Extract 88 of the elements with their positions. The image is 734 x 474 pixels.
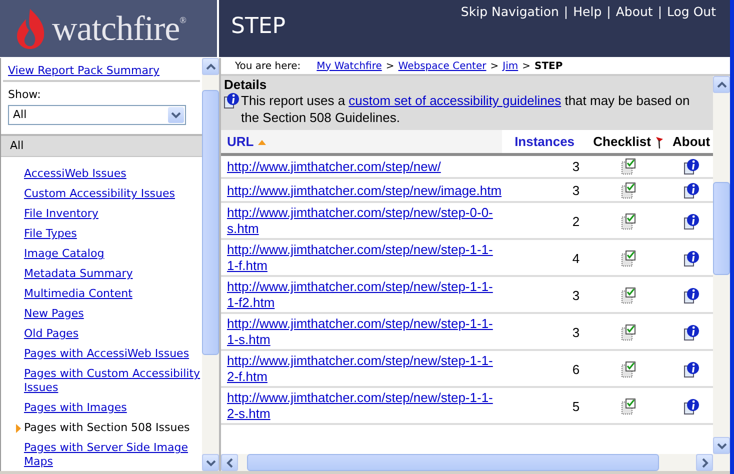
header-link[interactable]: About xyxy=(616,4,653,19)
url-link[interactable]: http://www.jimthatcher.com/step/new/step-1-1-2-f.htm xyxy=(227,353,502,385)
url-link[interactable]: http://www.jimthatcher.com/step/new/step-1-1-1-f2.htm xyxy=(227,279,502,311)
report-link[interactable]: Pages with Images xyxy=(24,401,202,415)
info-icon[interactable] xyxy=(684,250,699,266)
url-link[interactable]: http://www.jimthatcher.com/step/new/step-1-1-1-s.htm xyxy=(227,316,502,348)
column-header: About xyxy=(672,134,710,149)
report-link[interactable]: New Pages xyxy=(24,307,202,321)
report-link[interactable]: Multimedia Content xyxy=(24,287,202,301)
instances-count: 3 xyxy=(572,183,580,198)
breadcrumb-link[interactable]: Webspace Center xyxy=(398,60,486,72)
checklist-icon[interactable] xyxy=(620,286,637,304)
scroll-up-button[interactable] xyxy=(202,58,219,75)
info-icon[interactable] xyxy=(684,398,699,414)
info-icon[interactable] xyxy=(684,360,699,378)
checklist-icon[interactable] xyxy=(620,158,637,176)
report-link[interactable]: Pages with Custom Accessibility Issues xyxy=(24,367,202,395)
checklist-icon[interactable] xyxy=(620,250,637,266)
details-title: Details xyxy=(224,77,268,92)
column-header-link[interactable]: Instances xyxy=(514,134,575,149)
header-link[interactable]: Skip Navigation xyxy=(460,4,559,19)
report-link[interactable]: Image Catalog xyxy=(24,247,202,261)
info-icon[interactable] xyxy=(684,286,699,304)
checklist-icon[interactable] xyxy=(620,360,637,378)
report-link[interactable]: Pages with Server Side Image Maps xyxy=(24,441,202,469)
report-link[interactable]: Metadata Summary xyxy=(24,267,202,281)
link-separator: | xyxy=(658,4,662,19)
breadcrumb-separator: > xyxy=(522,60,530,72)
report-link[interactable]: AccessiWeb Issues xyxy=(24,167,202,181)
scroll-right-button[interactable] xyxy=(696,454,713,471)
section-header: All xyxy=(1,134,202,157)
instances-count: 3 xyxy=(572,159,580,174)
column-header: Checklist xyxy=(593,134,651,149)
flame-icon xyxy=(14,8,46,50)
report-link[interactable]: Old Pages xyxy=(24,327,202,341)
info-icon[interactable] xyxy=(684,324,699,340)
checklist-icon[interactable] xyxy=(620,212,637,230)
sort-ascending-icon xyxy=(258,140,266,145)
header-link[interactable]: Help xyxy=(573,4,602,19)
scroll-left-button[interactable] xyxy=(221,454,238,471)
link-separator: | xyxy=(564,4,568,19)
breadcrumb-link[interactable]: Jim xyxy=(502,60,518,72)
report-link[interactable]: File Inventory xyxy=(24,207,202,221)
instances-count: 3 xyxy=(572,288,580,302)
column-header-link[interactable]: URL xyxy=(227,134,254,149)
scrollbar-thumb[interactable] xyxy=(713,182,730,276)
breadcrumb-current: STEP xyxy=(534,60,563,72)
url-link[interactable]: http://www.jimthatcher.com/step/new/step-0-0-s.htm xyxy=(227,205,502,237)
logo-text: watchfire$^{®}$ xyxy=(52,8,186,48)
info-icon[interactable] xyxy=(684,182,699,199)
checklist-icon[interactable] xyxy=(620,182,637,199)
guidelines-link[interactable]: custom set of accessibility guidelines xyxy=(348,93,562,108)
page-title: STEP xyxy=(231,14,286,39)
info-icon[interactable] xyxy=(684,158,699,176)
report-link[interactable]: Pages with AccessiWeb Issues xyxy=(24,347,202,361)
details-text: This report uses a custom set of accessibility guidelines that may be based on the Section 508 Guidelines. xyxy=(241,92,691,126)
checklist-icon[interactable] xyxy=(620,324,637,340)
url-link[interactable]: http://www.jimthatcher.com/step/new/ xyxy=(227,158,502,175)
breadcrumb-link[interactable]: My Watchfire xyxy=(316,60,382,72)
breadcrumb-separator: > xyxy=(386,60,394,72)
instances-count: 3 xyxy=(572,324,580,340)
current-item-marker-icon xyxy=(16,424,21,433)
header-link[interactable]: Log Out xyxy=(667,4,716,19)
link-separator: | xyxy=(606,4,611,19)
breadcrumb-label: You are here: xyxy=(235,60,301,72)
flag-icon xyxy=(654,136,664,149)
report-link[interactable]: Custom Accessibility Issues xyxy=(24,187,202,201)
instances-count: 4 xyxy=(572,250,580,266)
instances-count: 2 xyxy=(572,214,580,228)
instances-count: 6 xyxy=(572,362,580,376)
instances-count: 5 xyxy=(572,398,580,414)
info-icon[interactable] xyxy=(684,212,699,230)
report-summary-link[interactable]: View Report Pack Summary xyxy=(8,64,202,77)
show-label: Show: xyxy=(8,88,42,101)
checklist-icon[interactable] xyxy=(620,398,637,414)
show-dropdown[interactable]: All xyxy=(8,105,186,125)
report-link[interactable]: Pages with Section 508 Issues xyxy=(24,421,202,435)
url-link[interactable]: http://www.jimthatcher.com/step/new/step-1-1-2-s.htm xyxy=(227,390,502,422)
scrollbar-thumb[interactable] xyxy=(202,90,219,356)
url-link[interactable]: http://www.jimthatcher.com/step/new/image.htm xyxy=(227,182,502,198)
scroll-down-button[interactable] xyxy=(713,437,730,454)
info-icon xyxy=(224,92,239,109)
scroll-down-button[interactable] xyxy=(202,454,219,471)
url-link[interactable]: http://www.jimthatcher.com/step/new/step-1-1-1-f.htm xyxy=(227,242,502,274)
scroll-up-button[interactable] xyxy=(713,76,730,93)
dropdown-caret-icon xyxy=(171,110,181,119)
breadcrumb-separator: > xyxy=(490,60,499,72)
report-link[interactable]: File Types xyxy=(24,227,202,241)
